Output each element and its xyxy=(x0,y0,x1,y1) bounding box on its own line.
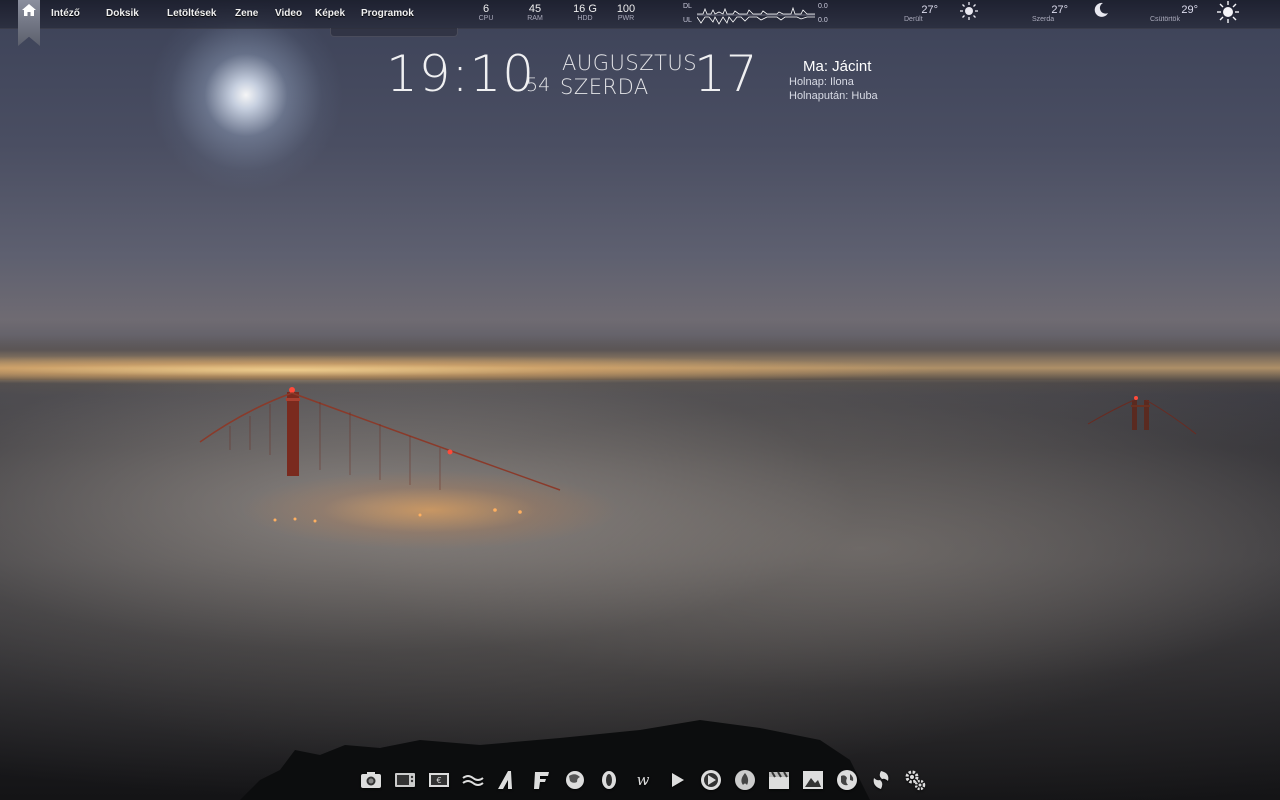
settings-gears-icon xyxy=(905,770,926,791)
weather-today: 27° xyxy=(890,4,938,16)
app-dock: € w xyxy=(354,765,932,795)
dock-globe[interactable] xyxy=(830,765,864,795)
weather-wed-desc: Szerda xyxy=(1032,16,1055,23)
waves-icon xyxy=(462,775,484,786)
dock-tv[interactable] xyxy=(388,765,422,795)
nameday-today: Ma: Jácint xyxy=(803,58,872,75)
moon-icon xyxy=(1094,2,1108,17)
network-graph xyxy=(697,6,815,25)
firefox-icon xyxy=(566,771,584,789)
clock-day: 17 xyxy=(694,45,758,103)
dl-value: 0.0 xyxy=(818,3,828,10)
menu-video[interactable]: Video xyxy=(275,8,302,19)
globe-icon xyxy=(837,770,857,790)
dock-camera[interactable] xyxy=(354,765,388,795)
menu-letoltesek[interactable]: Letöltések xyxy=(167,8,216,19)
clock-time: 19:10 xyxy=(386,45,536,103)
weather-wednesday: 27° xyxy=(1020,4,1068,16)
fire-icon xyxy=(735,770,755,790)
weather-today-desc: Derült xyxy=(904,16,923,23)
weather-today-temp: 27° xyxy=(921,4,938,16)
golden-gate-bridge xyxy=(199,387,1197,800)
cpu-value: 6 xyxy=(482,3,490,15)
svg-text:w: w xyxy=(637,771,650,789)
screen-icon: € xyxy=(429,773,449,787)
dock-fire[interactable] xyxy=(728,765,762,795)
letter-a-icon xyxy=(498,771,512,789)
menu-zene[interactable]: Zene xyxy=(235,8,258,19)
dropdown-tab[interactable] xyxy=(330,28,458,37)
uplay-icon: w xyxy=(637,771,650,789)
dock-swirl[interactable] xyxy=(864,765,898,795)
dock-photo[interactable] xyxy=(796,765,830,795)
pwr-stat: 100 PWR xyxy=(606,3,646,22)
hdd-stat: 16 G HDD xyxy=(565,3,605,22)
clapperboard-icon xyxy=(769,771,789,789)
desktop-wallpaper xyxy=(0,0,1280,800)
dock-screen[interactable]: € xyxy=(422,765,456,795)
dock-waves[interactable] xyxy=(456,765,490,795)
camera-icon xyxy=(361,772,381,788)
play-icon xyxy=(672,773,684,787)
dock-firefox[interactable] xyxy=(558,765,592,795)
menu-doksik[interactable]: Doksik xyxy=(106,8,139,19)
weather-wed-temp: 27° xyxy=(1051,4,1068,16)
dock-uplay[interactable]: w xyxy=(626,765,660,795)
svg-text:€: € xyxy=(436,776,441,785)
clock-weekday: SZERDA xyxy=(560,75,649,99)
pwr-label: PWR xyxy=(617,15,635,22)
weather-thu-desc: Csütörtök xyxy=(1150,16,1180,23)
clock-month: AUGUSZTUS xyxy=(562,51,698,75)
pwr-value: 100 xyxy=(616,3,636,15)
ram-value: 45 xyxy=(528,3,542,15)
weather-thu-temp: 29° xyxy=(1181,4,1198,16)
opera-icon xyxy=(602,771,616,789)
dl-label: DL xyxy=(683,3,692,10)
cpu-label: CPU xyxy=(478,15,494,22)
menu-intezo[interactable]: Intéző xyxy=(51,8,80,19)
hdd-label: HDD xyxy=(577,15,593,22)
dock-settings[interactable] xyxy=(898,765,932,795)
swirl-icon xyxy=(873,771,889,789)
media-player-icon xyxy=(701,770,721,790)
dock-opera[interactable] xyxy=(592,765,626,795)
cpu-stat: 6 CPU xyxy=(466,3,506,22)
dock-letter-f[interactable] xyxy=(524,765,558,795)
ul-value: 0.0 xyxy=(818,17,828,24)
menu-kepek[interactable]: Képek xyxy=(315,8,345,19)
ram-label: RAM xyxy=(527,15,543,22)
menu-programok[interactable]: Programok xyxy=(361,8,414,19)
dock-play[interactable] xyxy=(660,765,694,795)
clock-seconds: 54 xyxy=(526,74,551,96)
tv-icon xyxy=(395,773,415,787)
nameday-widget: Ma: Jácint Holnap: Ilona Holnapután: Hub… xyxy=(789,58,878,103)
sun-icon xyxy=(960,2,978,20)
sun-bright-icon xyxy=(1217,1,1239,23)
network-monitor: DL UL 0.0 0.0 xyxy=(683,3,833,27)
dock-media-player[interactable] xyxy=(694,765,728,795)
weather-thursday: 29° xyxy=(1150,4,1198,16)
home-icon xyxy=(22,4,36,16)
nameday-day-after: Holnapután: Huba xyxy=(789,90,878,102)
dock-letter-a[interactable] xyxy=(490,765,524,795)
letter-f-icon xyxy=(534,772,549,789)
dock-clapperboard[interactable] xyxy=(762,765,796,795)
ram-stat: 45 RAM xyxy=(515,3,555,22)
nameday-tomorrow: Holnap: Ilona xyxy=(789,76,854,88)
hdd-value: 16 G xyxy=(573,3,597,15)
ul-label: UL xyxy=(683,17,692,24)
photo-icon xyxy=(803,771,823,789)
